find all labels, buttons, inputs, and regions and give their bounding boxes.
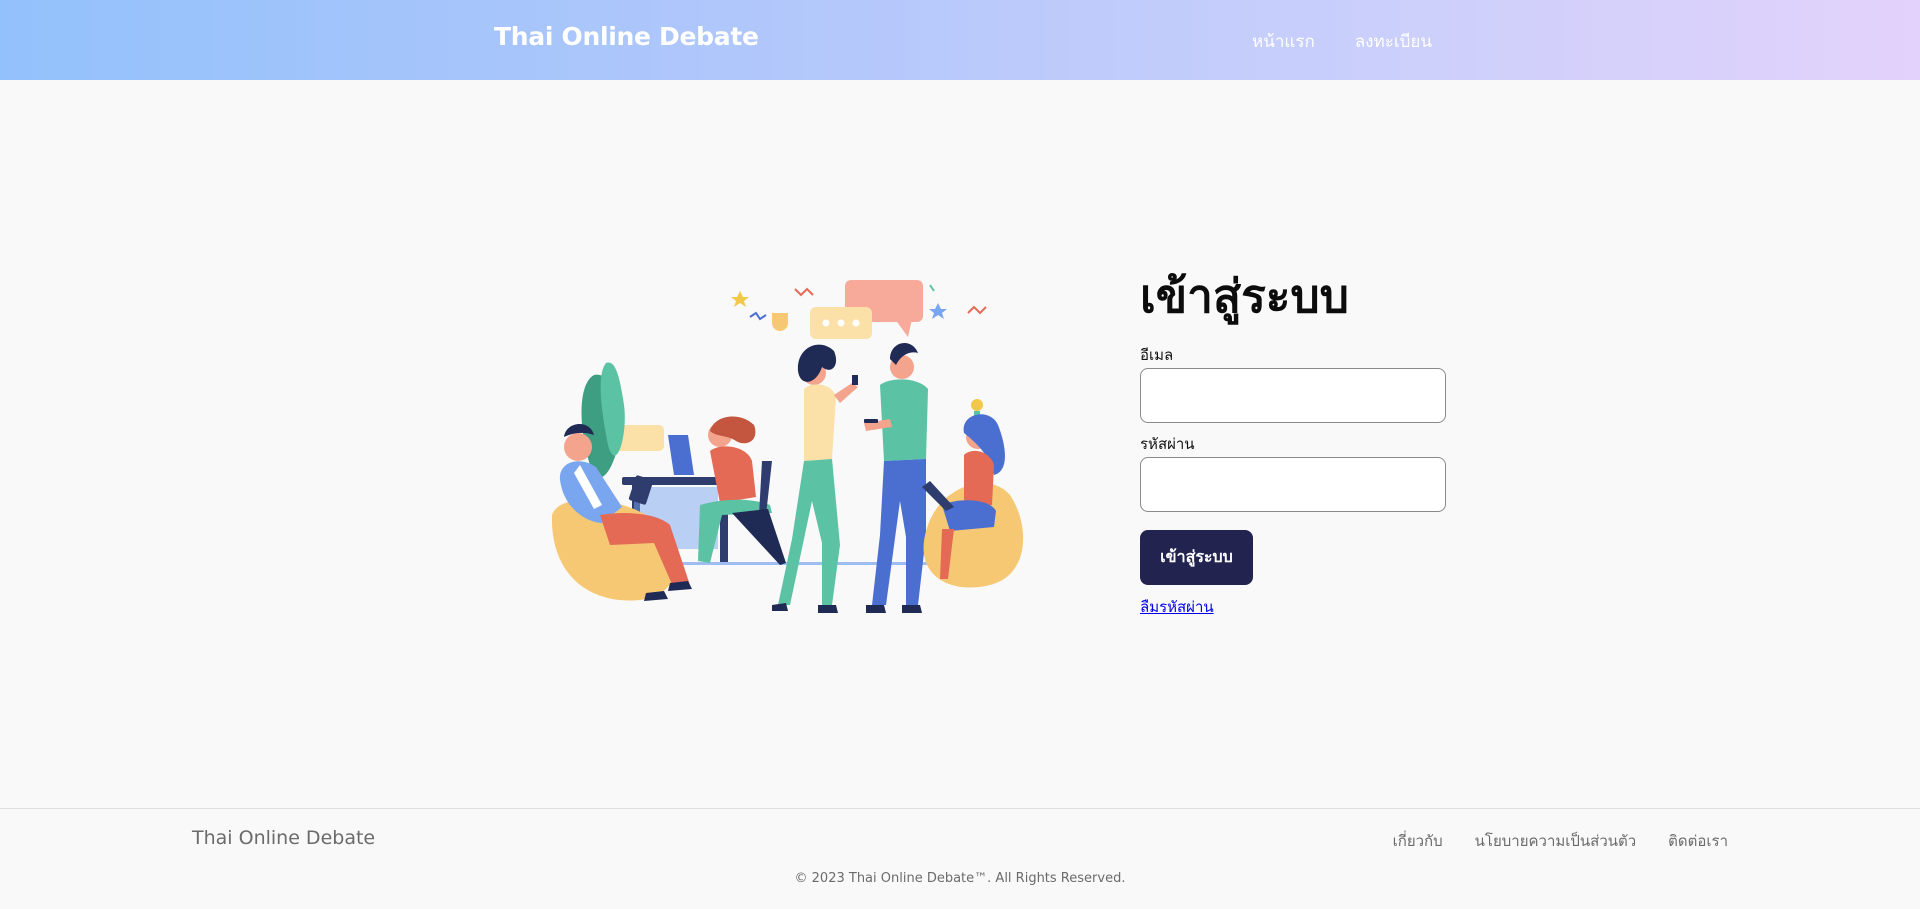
footer-links: เกี่ยวกับ นโยบายความเป็นส่วนตัว ติดต่อเร… — [1393, 829, 1728, 853]
footer-contact-link[interactable]: ติดต่อเรา — [1668, 829, 1728, 853]
footer-privacy-link[interactable]: นโยบายความเป็นส่วนตัว — [1475, 829, 1637, 853]
email-label: อีเมล — [1140, 346, 1174, 364]
footer-about-link[interactable]: เกี่ยวกับ — [1393, 829, 1443, 853]
login-title: เข้าสู่ระบบ — [1140, 269, 1349, 323]
footer-brand: Thai Online Debate — [192, 827, 376, 849]
brand-link[interactable]: Thai Online Debate — [494, 22, 759, 51]
forgot-password-link[interactable]: ลืมรหัสผ่าน — [1140, 595, 1214, 619]
main-nav: หน้าแรก ลงทะเบียน — [1252, 28, 1432, 55]
email-field[interactable] — [1140, 368, 1446, 423]
login-form: เข้าสู่ระบบ อีเมล รหัสผ่าน เข้าสู่ระบบ ล… — [1140, 268, 1446, 619]
people-chatting-illustration — [550, 275, 1030, 615]
top-navbar: Thai Online Debate หน้าแรก ลงทะเบียน — [0, 0, 1920, 80]
nav-home-link[interactable]: หน้าแรก — [1252, 28, 1315, 55]
password-field[interactable] — [1140, 457, 1446, 512]
nav-register-link[interactable]: ลงทะเบียน — [1355, 28, 1432, 55]
login-button[interactable]: เข้าสู่ระบบ — [1140, 530, 1253, 585]
footer: Thai Online Debate เกี่ยวกับ นโยบายความเ… — [0, 808, 1920, 909]
copyright-text: © 2023 Thai Online Debate™. All Rights R… — [794, 871, 1126, 886]
password-label: รหัสผ่าน — [1140, 435, 1195, 453]
